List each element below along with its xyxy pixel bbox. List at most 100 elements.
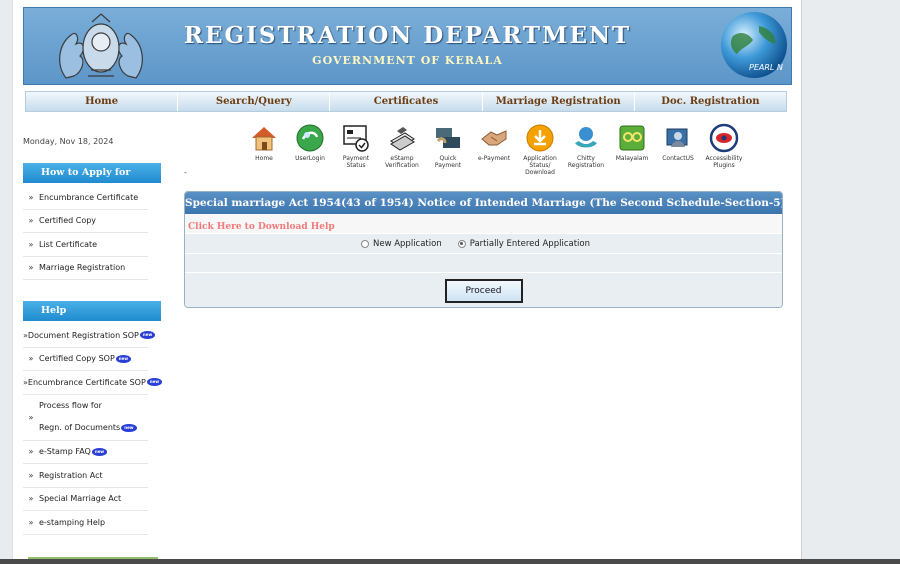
separator-text: - xyxy=(184,168,187,177)
header-banner: REGISTRATION DEPARTMENT GOVERNMENT OF KE… xyxy=(23,7,792,85)
download-help-link[interactable]: Click Here to Download Help xyxy=(185,222,335,232)
toolbar-application-status[interactable]: Application Status/ Download xyxy=(519,123,561,181)
toolbar-home[interactable]: Home xyxy=(243,123,285,181)
help-item-label: Special Marriage Act xyxy=(39,494,122,504)
accessibility-icon xyxy=(709,123,739,153)
new-application-radio[interactable] xyxy=(360,239,369,248)
help-link-row: Click Here to Download Help xyxy=(185,214,782,234)
how-to-apply-heading: How to Apply for xyxy=(23,163,161,183)
pearl-globe-icon: PEARL N xyxy=(721,12,787,78)
banner-subtitle: GOVERNMENT OF KERALA xyxy=(312,54,503,67)
proceed-button[interactable]: Proceed xyxy=(444,279,523,303)
user-login-icon xyxy=(296,124,324,152)
bullet-arrow-icon: » xyxy=(28,239,34,249)
toolbar-e-payment[interactable]: e-Payment xyxy=(473,123,515,181)
contact-icon xyxy=(666,128,688,147)
main-navbar: Home Search/Query Certificates Marriage … xyxy=(25,91,787,112)
notice-form-panel: Special marriage Act 1954(43 of 1954) No… xyxy=(184,191,783,308)
toolbar-contact-us[interactable]: ContactUS xyxy=(657,123,699,181)
toolbar-estamp-verification[interactable]: eStamp Verification xyxy=(381,123,423,181)
toolbar-label: Chitty Registration xyxy=(567,155,605,169)
new-badge-icon: new xyxy=(146,378,163,387)
apply-item-label: Certified Copy xyxy=(39,216,97,226)
apply-item-label: Encumbrance Certificate xyxy=(39,192,139,202)
toolbar-user-login[interactable]: UserLogin xyxy=(289,123,331,181)
help-item-registration-act[interactable]: » Registration Act xyxy=(23,464,148,488)
nav-certificates[interactable]: Certificates xyxy=(330,92,483,111)
apply-item-label: List Certificate xyxy=(39,239,98,249)
toolbar-label: eStamp Verification xyxy=(385,155,419,169)
bullet-arrow-icon: » xyxy=(28,494,34,504)
help-item-label: Document Registration SOP xyxy=(27,330,139,340)
toolbar-chitty-registration[interactable]: Chitty Registration xyxy=(565,123,607,181)
bullet-arrow-icon: » xyxy=(28,412,34,422)
bottom-scroll-bar xyxy=(0,559,900,564)
toolbar-label: UserLogin xyxy=(295,155,325,162)
toolbar-quick-payment[interactable]: Quick Payment xyxy=(427,123,469,181)
toolbar-label: Accessibility Plugins xyxy=(705,155,743,169)
help-item-certified-copy-sop[interactable]: » Certified Copy SOP new xyxy=(23,348,148,371)
help-item-label: e-Stamp FAQ xyxy=(39,447,91,457)
apply-item-label: Marriage Registration xyxy=(39,263,126,273)
help-item-document-registration-sop[interactable]: » Document Registration SOP new xyxy=(23,324,156,348)
button-row: Proceed xyxy=(185,273,782,307)
help-item-label-line2: Regn. of Documents xyxy=(39,423,121,432)
toolbar-label: Home xyxy=(255,155,273,162)
help-item-estamp-faq[interactable]: » e-Stamp FAQ new xyxy=(23,441,148,464)
apply-item-encumbrance-certificate[interactable]: » Encumbrance Certificate xyxy=(23,186,148,210)
banner-title: REGISTRATION DEPARTMENT xyxy=(183,22,632,49)
bullet-arrow-icon: » xyxy=(28,447,34,457)
nav-marriage-registration[interactable]: Marriage Registration xyxy=(483,92,635,111)
help-item-special-marriage-act[interactable]: » Special Marriage Act xyxy=(23,488,148,511)
new-badge-icon: new xyxy=(91,447,108,456)
toolbar-label: ContactUS xyxy=(662,155,694,162)
toolbar-label: Application Status/ Download xyxy=(523,155,557,176)
quick-payment-icon xyxy=(436,128,460,148)
new-badge-icon: new xyxy=(121,423,137,432)
help-item-label: e-stamping Help xyxy=(39,517,106,527)
partially-entered-radio[interactable] xyxy=(457,239,466,248)
toolbar-label: Quick Payment xyxy=(434,155,462,169)
new-application-label: New Application xyxy=(372,238,442,249)
page-container: REGISTRATION DEPARTMENT GOVERNMENT OF KE… xyxy=(12,0,802,564)
toolbar-payment-status[interactable]: Payment Status xyxy=(335,123,377,181)
apply-item-certified-copy[interactable]: » Certified Copy xyxy=(23,210,148,233)
help-item-process-flow[interactable]: » Process flow for Regn. of Documents new xyxy=(23,395,148,441)
toolbar-malayalam[interactable]: Malayalam xyxy=(611,123,653,181)
estamp-icon xyxy=(390,127,415,151)
toolbar-label: Malayalam xyxy=(615,155,649,162)
bullet-arrow-icon: » xyxy=(28,354,34,364)
application-status-icon xyxy=(526,124,554,152)
icon-toolbar: Home UserLogin Payment Status eStamp Ver… xyxy=(243,123,803,181)
bullet-arrow-icon: » xyxy=(28,192,34,202)
help-item-label-line1: Process flow for xyxy=(39,401,102,410)
payment-status-icon xyxy=(343,125,369,152)
toolbar-accessibility-plugins[interactable]: Accessibility Plugins xyxy=(703,123,745,181)
nav-search-query[interactable]: Search/Query xyxy=(178,92,331,111)
nav-doc-registration[interactable]: Doc. Registration xyxy=(635,92,786,111)
help-list: » Document Registration SOP new » Certif… xyxy=(23,324,173,535)
nav-home[interactable]: Home xyxy=(26,92,179,111)
bullet-arrow-icon: » xyxy=(28,517,34,527)
help-item-encumbrance-certificate-sop[interactable]: » Encumbrance Certificate SOP new xyxy=(23,371,163,395)
help-item-label: Certified Copy SOP xyxy=(39,354,115,364)
bullet-arrow-icon: » xyxy=(28,470,34,480)
apply-list: » Encumbrance Certificate » Certified Co… xyxy=(23,186,173,280)
current-date: Monday, Nov 18, 2024 xyxy=(23,137,114,146)
empty-row xyxy=(185,254,782,273)
malayalam-icon xyxy=(619,125,645,151)
chitty-icon xyxy=(575,127,597,148)
help-item-estamping-help[interactable]: » e-stamping Help xyxy=(23,511,148,535)
bullet-arrow-icon: » xyxy=(28,216,34,226)
help-item-label: Registration Act xyxy=(39,470,103,480)
toolbar-label: Payment Status xyxy=(342,155,370,169)
apply-item-list-certificate[interactable]: » List Certificate xyxy=(23,233,148,257)
e-payment-icon xyxy=(481,130,507,146)
apply-item-marriage-registration[interactable]: » Marriage Registration xyxy=(23,257,148,280)
help-item-label: Process flow for Regn. of Documents new xyxy=(39,395,137,439)
help-heading: Help xyxy=(23,301,161,321)
application-type-row: New Application Partially Entered Applic… xyxy=(185,234,782,254)
globe-label: PEARL N xyxy=(749,63,783,72)
new-badge-icon: new xyxy=(139,331,156,340)
partially-entered-label: Partially Entered Application xyxy=(469,238,590,249)
